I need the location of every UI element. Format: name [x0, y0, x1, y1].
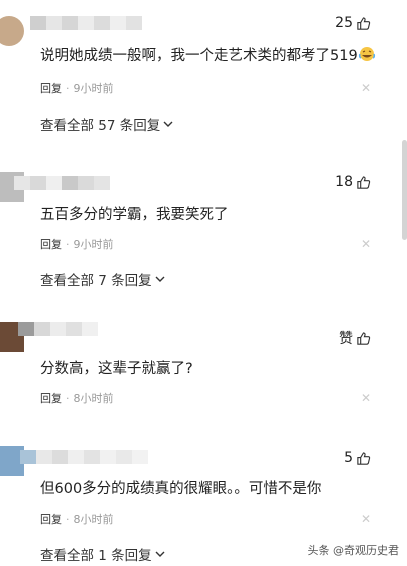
thumbs-up-icon [357, 331, 371, 345]
username-blurred[interactable] [20, 450, 148, 464]
comment-meta: 回复 · 8小时前 [40, 513, 114, 526]
like-button[interactable]: 赞 [339, 328, 371, 348]
close-icon[interactable]: ✕ [361, 81, 371, 95]
reply-link[interactable]: 回复 [40, 392, 62, 405]
close-icon[interactable]: ✕ [361, 391, 371, 405]
laughing-tears-emoji-icon [358, 47, 375, 61]
like-button[interactable]: 18 [335, 174, 371, 190]
view-all-replies[interactable]: 查看全部 1 条回复 [40, 544, 166, 564]
like-button[interactable]: 5 [344, 450, 371, 466]
like-count: 25 [335, 15, 353, 31]
comment-meta: 回复 · 9小时前 [40, 238, 114, 251]
username-blurred[interactable] [30, 16, 142, 30]
thumbs-up-icon [357, 175, 371, 189]
comment-meta: 回复 · 8小时前 [40, 392, 114, 405]
like-label: 赞 [339, 331, 353, 347]
comment-text: 说明她成绩一般啊，我一个走艺术类的都考了519 [40, 44, 376, 65]
close-icon[interactable]: ✕ [361, 237, 371, 251]
watermark: 头条 @奇观历史君 [307, 544, 400, 557]
timestamp: 9小时前 [73, 82, 114, 95]
view-all-replies[interactable]: 查看全部 7 条回复 [40, 269, 166, 289]
view-all-replies[interactable]: 查看全部 57 条回复 [40, 114, 174, 134]
chevron-down-icon [155, 551, 165, 557]
timestamp: 8小时前 [73, 392, 114, 405]
avatar[interactable] [0, 16, 24, 46]
chevron-down-icon [155, 276, 165, 282]
scrollbar[interactable] [402, 140, 407, 240]
username-blurred[interactable] [14, 176, 110, 190]
comment-meta: 回复 · 9小时前 [40, 82, 114, 95]
close-icon[interactable]: ✕ [361, 512, 371, 526]
like-count: 5 [344, 450, 353, 466]
thumbs-up-icon [357, 16, 371, 30]
comment-text: 五百多分的学霸，我要笑死了 [40, 207, 229, 223]
username-blurred[interactable] [18, 322, 98, 336]
like-button[interactable]: 25 [335, 15, 371, 31]
comment-text: 但600多分的成绩真的很耀眼。。可惜不是你 [40, 481, 322, 497]
reply-link[interactable]: 回复 [40, 238, 62, 251]
reply-link[interactable]: 回复 [40, 82, 62, 95]
chevron-down-icon [163, 121, 173, 127]
timestamp: 8小时前 [73, 513, 114, 526]
like-count: 18 [335, 174, 353, 190]
timestamp: 9小时前 [73, 238, 114, 251]
comment-text: 分数高，这辈子就赢了? [40, 361, 193, 377]
thumbs-up-icon [357, 451, 371, 465]
reply-link[interactable]: 回复 [40, 513, 62, 526]
